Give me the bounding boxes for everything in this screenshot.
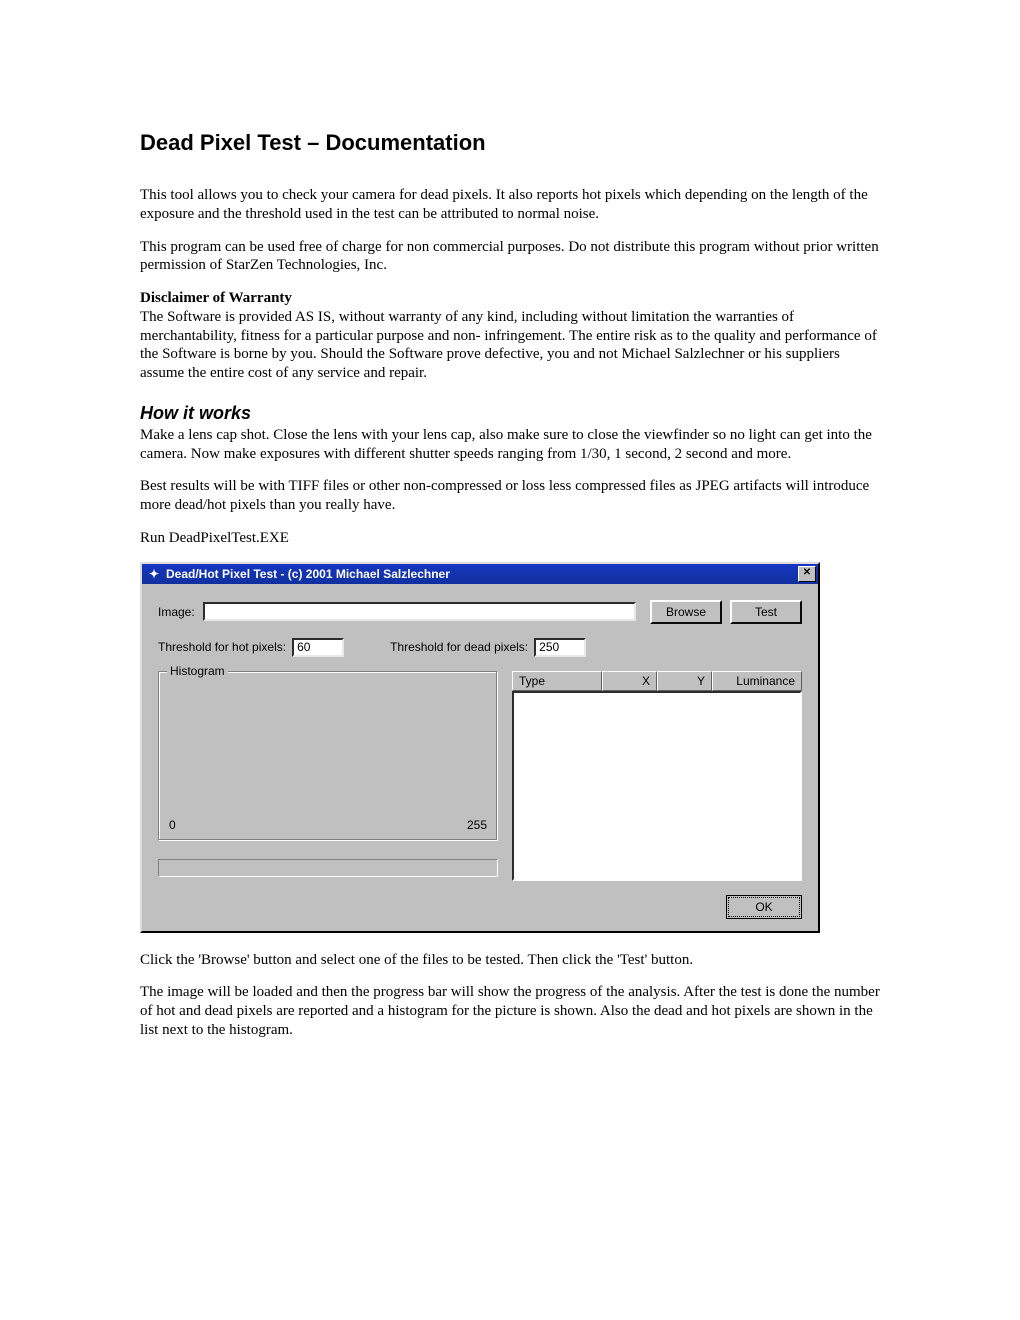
ok-button-label: OK <box>728 897 800 917</box>
threshold-dead-label: Threshold for dead pixels: <box>390 640 528 654</box>
mid-area: Histogram 0 255 Type X Y Luminance <box>158 671 802 881</box>
doc-title: Dead Pixel Test – Documentation <box>140 130 880 156</box>
after-screenshot-p2: The image will be loaded and then the pr… <box>140 983 880 1039</box>
column-type[interactable]: Type <box>512 671 602 691</box>
how-it-works-heading: How it works <box>140 403 880 424</box>
column-y[interactable]: Y <box>657 671 712 691</box>
close-icon[interactable]: ✕ <box>798 566 816 582</box>
titlebar: ✦ Dead/Hot Pixel Test - (c) 2001 Michael… <box>142 564 818 584</box>
threshold-dead-input[interactable] <box>534 638 586 657</box>
disclaimer-heading: Disclaimer of Warranty <box>140 289 880 308</box>
results-list: Type X Y Luminance <box>512 671 802 881</box>
image-label: Image: <box>158 605 195 619</box>
document-page: Dead Pixel Test – Documentation This too… <box>0 0 1020 1114</box>
app-icon: ✦ <box>146 566 162 582</box>
left-column: Histogram 0 255 <box>158 671 498 881</box>
after-screenshot-p1: Click the 'Browse' button and select one… <box>140 951 880 970</box>
intro-paragraph-1: This tool allows you to check your camer… <box>140 186 880 224</box>
histogram-legend: Histogram <box>167 664 228 678</box>
app-window: ✦ Dead/Hot Pixel Test - (c) 2001 Michael… <box>140 562 820 933</box>
disclaimer-body: The Software is provided AS IS, without … <box>140 308 880 383</box>
column-luminance[interactable]: Luminance <box>712 671 802 691</box>
histogram-groupbox: Histogram 0 255 <box>158 671 498 841</box>
run-line: Run DeadPixelTest.EXE <box>140 529 880 548</box>
column-x[interactable]: X <box>602 671 657 691</box>
ok-button[interactable]: OK <box>726 895 802 919</box>
list-header: Type X Y Luminance <box>512 671 802 691</box>
histogram-min: 0 <box>169 818 176 832</box>
list-body[interactable] <box>512 691 802 881</box>
how-it-works-p2: Best results will be with TIFF files or … <box>140 477 880 515</box>
window-title: Dead/Hot Pixel Test - (c) 2001 Michael S… <box>166 567 798 581</box>
image-row: Image: Browse Test <box>158 600 802 624</box>
intro-paragraph-2: This program can be used free of charge … <box>140 238 880 276</box>
test-button[interactable]: Test <box>730 600 802 624</box>
progress-bar <box>158 859 498 877</box>
threshold-hot-label: Threshold for hot pixels: <box>158 640 286 654</box>
spacer <box>344 647 390 648</box>
histogram-max: 255 <box>467 818 487 832</box>
threshold-hot-input[interactable] <box>292 638 344 657</box>
bottom-row: OK <box>158 895 802 919</box>
image-path-input[interactable] <box>203 602 636 621</box>
threshold-row: Threshold for hot pixels: Threshold for … <box>158 638 802 657</box>
browse-button[interactable]: Browse <box>650 600 722 624</box>
how-it-works-p1: Make a lens cap shot. Close the lens wit… <box>140 426 880 464</box>
histogram-scale: 0 255 <box>169 818 487 832</box>
client-area: Image: Browse Test Threshold for hot pix… <box>142 584 818 931</box>
